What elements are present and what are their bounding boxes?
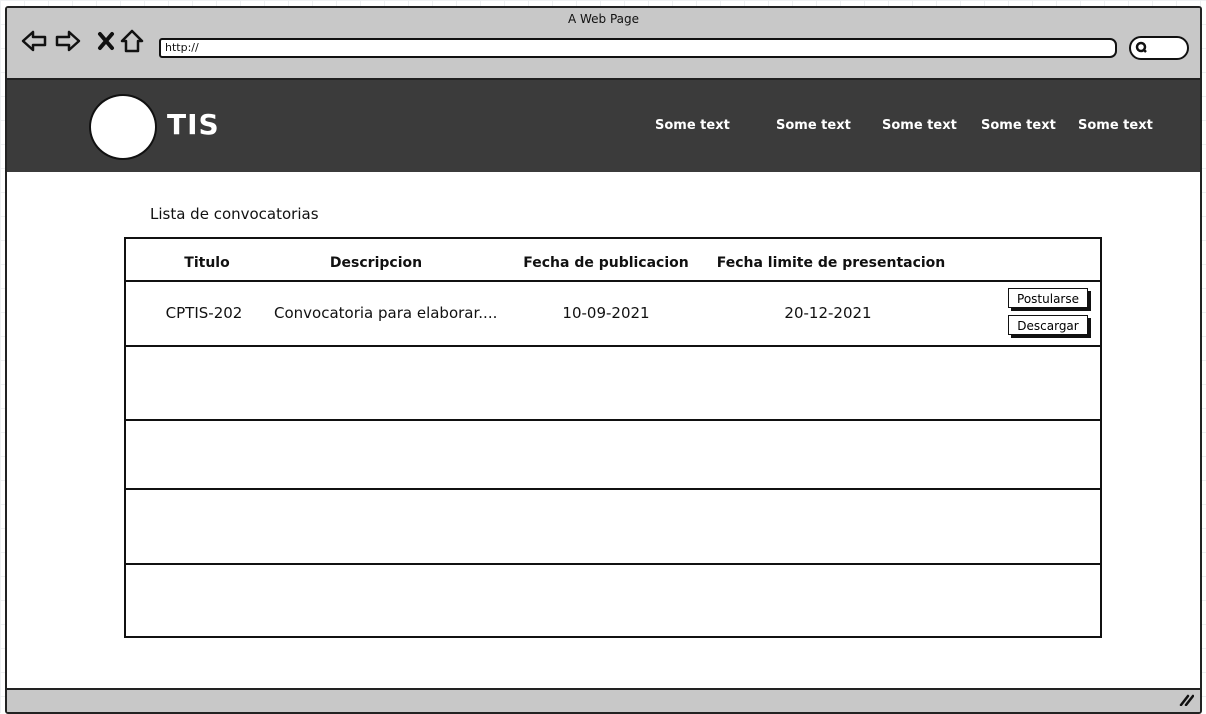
window-title: A Web Page — [567, 12, 640, 26]
cell-fecha-publicacion: 10-09-2021 — [562, 304, 650, 322]
forward-arrow-icon[interactable] — [55, 28, 81, 54]
url-text: http:// — [165, 41, 199, 54]
site-header: TIS Some text Some text Some text Some t… — [7, 80, 1200, 172]
row-divider — [126, 280, 1100, 282]
column-header-titulo: Titulo — [184, 255, 230, 271]
column-header-descripcion: Descripcion — [329, 255, 423, 271]
logo-placeholder — [89, 94, 157, 160]
page-title: Lista de convocatorias — [150, 205, 319, 223]
nav-link-2[interactable]: Some text — [776, 118, 851, 133]
cell-descripcion: Convocatoria para elaborar.... — [274, 304, 498, 322]
search-icon — [1134, 40, 1150, 60]
brand-name: TIS — [167, 108, 220, 141]
status-bar — [7, 688, 1200, 712]
close-x-icon[interactable] — [93, 28, 119, 54]
descargar-button[interactable]: Descargar — [1008, 315, 1088, 335]
cell-titulo: CPTIS-202 — [165, 304, 243, 322]
browser-toolbar: A Web Page http:// — [7, 8, 1200, 80]
nav-link-5[interactable]: Some text — [1078, 118, 1153, 133]
nav-link-3[interactable]: Some text — [882, 118, 957, 133]
column-header-fecha-limite: Fecha limite de presentacion — [716, 255, 946, 271]
row-divider — [126, 345, 1100, 347]
row-divider — [126, 488, 1100, 490]
column-header-fecha-publicacion: Fecha de publicacion — [523, 255, 689, 271]
resize-grip-icon[interactable] — [1178, 691, 1195, 710]
row-divider — [126, 563, 1100, 565]
nav-link-4[interactable]: Some text — [981, 118, 1056, 133]
browser-window: A Web Page http:// TIS Some text Some te… — [5, 6, 1202, 714]
postularse-button[interactable]: Postularse — [1008, 288, 1088, 308]
search-button[interactable] — [1129, 36, 1189, 60]
nav-link-1[interactable]: Some text — [655, 118, 730, 133]
home-icon[interactable] — [119, 28, 145, 54]
row-divider — [126, 419, 1100, 421]
convocatorias-table: Titulo Descripcion Fecha de publicacion … — [124, 237, 1102, 638]
address-bar[interactable]: http:// — [159, 38, 1117, 58]
cell-fecha-limite: 20-12-2021 — [784, 304, 872, 322]
back-arrow-icon[interactable] — [21, 28, 47, 54]
